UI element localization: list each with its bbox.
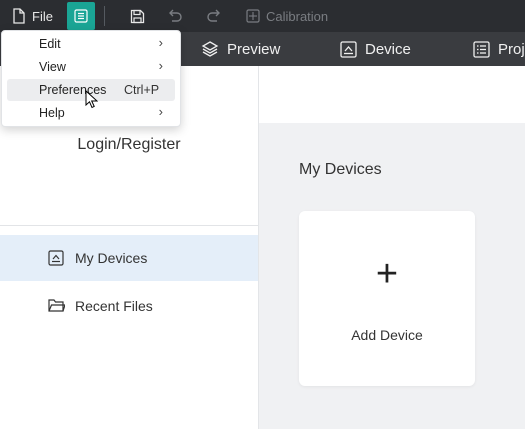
main-header-strip [259,66,525,123]
sidebar-item-recent-files[interactable]: Recent Files [0,283,258,329]
main-menu-dropdown: Edit › View › Preferences Ctrl+P Help › [1,30,181,127]
main-menu-button[interactable] [67,2,95,30]
calibration-icon [246,9,260,23]
undo-icon [169,9,182,22]
folder-icon [48,299,65,312]
tab-preview[interactable]: Preview [201,32,280,66]
calibration-button[interactable]: Calibration [246,0,328,32]
file-menu-button[interactable]: File [12,0,53,32]
redo-button[interactable] [206,0,222,32]
tab-project-label: Proj [498,40,525,58]
add-device-card[interactable]: + Add Device [299,211,475,386]
chevron-right-icon: › [158,104,163,119]
sidebar-item-label: My Devices [75,250,148,266]
redo-icon [207,9,220,22]
menu-item-shortcut: Ctrl+P [124,83,160,97]
menu-item-edit[interactable]: Edit › [7,33,175,55]
plus-icon: + [375,253,399,295]
calibration-label: Calibration [266,8,329,24]
login-register-link[interactable]: Login/Register [0,136,258,154]
chevron-right-icon: › [158,58,163,73]
save-icon [130,9,145,23]
menu-item-label: Edit [39,37,61,51]
tab-project[interactable]: Proj [473,32,525,66]
layers-icon [201,41,219,57]
tab-preview-label: Preview [227,40,281,58]
sidebar-item-label: Recent Files [75,298,153,314]
sidebar-item-my-devices[interactable]: My Devices [0,235,258,281]
sidebar-divider [0,225,258,226]
device-icon [340,40,357,58]
save-button[interactable] [130,0,145,32]
tab-device-label: Device [365,40,411,58]
file-icon [13,8,25,24]
add-device-label: Add Device [351,327,423,343]
toolbar-separator [104,6,105,26]
list-menu-icon [74,9,88,23]
chevron-right-icon: › [158,35,163,50]
file-menu-label: File [32,8,53,24]
undo-button[interactable] [167,0,183,32]
menu-item-label: Help [39,106,65,120]
page-title: My Devices [299,161,382,178]
device-icon [48,250,64,266]
menu-item-view[interactable]: View › [7,56,175,78]
menu-item-label: View [39,60,66,74]
mouse-cursor-icon [85,90,98,109]
tab-device[interactable]: Device [340,32,411,66]
project-list-icon [473,40,490,58]
